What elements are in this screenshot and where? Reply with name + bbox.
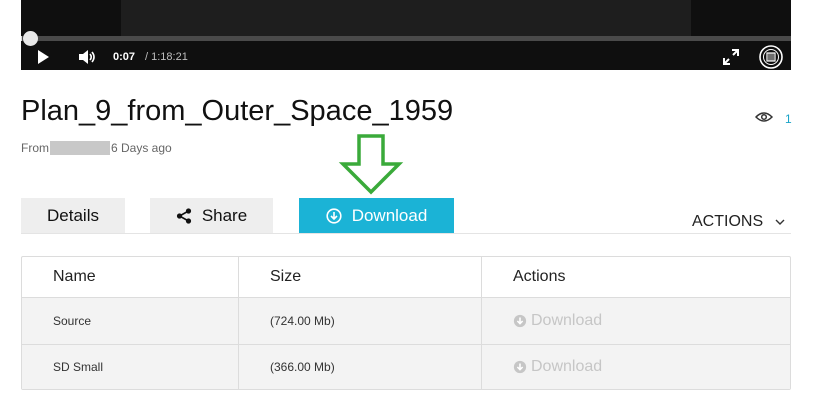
download-source-link[interactable]: Download [513,312,602,330]
video-player[interactable]: 0:07 / 1:18:21 [21,0,791,70]
file-name: SD Small [53,360,104,374]
header-cell-name: Name [22,257,239,297]
views-count: 1 [785,112,792,126]
share-icon [176,207,191,224]
volume-button[interactable] [77,48,97,66]
download-link-label: Download [531,312,603,329]
upload-meta: From 6 Days ago [21,141,172,155]
actions-dropdown-label: ACTIONS [692,213,764,230]
current-time: 0:07 [113,51,136,63]
player-logo-button[interactable] [759,45,783,69]
video-title: Plan_9_from_Outer_Space_1959 [21,95,454,127]
tab-share[interactable]: Share [150,198,273,233]
actions-dropdown[interactable]: ACTIONS [692,213,785,231]
tab-details-label: Details [47,205,99,225]
cell-size: (366.00 Mb) [239,345,482,389]
views-indicator [755,111,773,123]
header-name-label: Name [53,268,96,285]
download-circle-icon [513,360,527,374]
cell-name: SD Small [22,345,239,389]
header-size-label: Size [270,268,302,285]
cell-actions: Download [482,345,790,389]
redacted-username [50,141,110,155]
tab-download[interactable]: Download [299,198,454,233]
meta-age: 6 Days ago [111,141,172,155]
download-circle-icon [513,314,527,328]
table-header-row: Name Size Actions [22,257,790,298]
play-button[interactable] [35,49,51,65]
progress-bar[interactable] [21,36,791,41]
play-icon [38,50,49,64]
file-name: Source [53,314,92,328]
tab-download-label: Download [351,205,428,225]
tabs-divider [21,233,791,234]
fullscreen-icon [723,49,739,65]
volume-icon [79,50,95,64]
cell-size: (724.00 Mb) [239,298,482,344]
download-link-label: Download [531,358,603,375]
progress-handle[interactable] [23,31,38,46]
download-sd-small-link[interactable]: Download [513,358,602,376]
meta-from: From [21,141,49,155]
cell-actions: Download [482,298,790,344]
cell-name: Source [22,298,239,344]
file-size: (724.00 Mb) [270,314,335,328]
file-size: (366.00 Mb) [270,360,335,374]
files-table: Name Size Actions Source (724.00 Mb) Dow… [21,256,791,390]
download-circle-icon [326,207,342,224]
logo-badge-icon [759,45,783,69]
total-time: / 1:18:21 [145,51,188,63]
fullscreen-button[interactable] [722,48,740,66]
table-row: SD Small (366.00 Mb) Download [22,345,790,389]
tab-share-label: Share [201,205,248,225]
header-actions-label: Actions [513,268,566,285]
eye-icon [755,112,773,122]
header-cell-size: Size [239,257,482,297]
tab-details[interactable]: Details [21,198,125,233]
chevron-down-icon [775,219,785,225]
progress-fill [21,36,22,41]
table-row: Source (724.00 Mb) Download [22,298,790,345]
header-cell-actions: Actions [482,257,790,297]
video-frame[interactable] [121,0,691,36]
annotation-arrow-icon [338,134,404,195]
